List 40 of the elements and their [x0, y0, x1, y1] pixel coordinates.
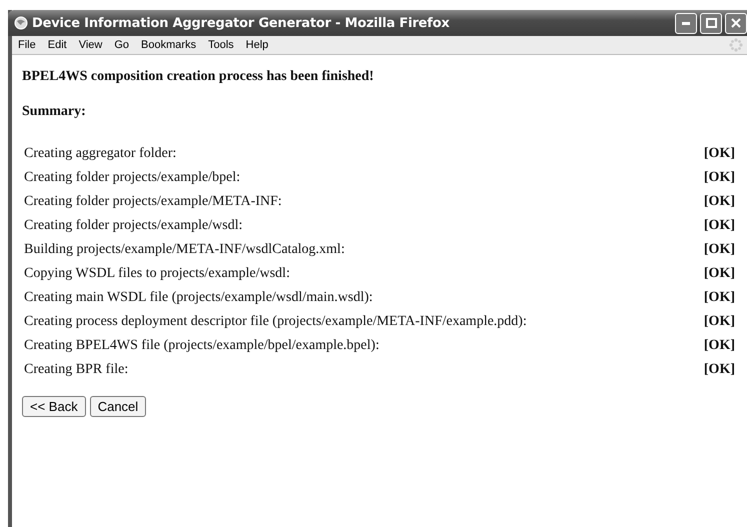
step-text: Creating process deployment descriptor file (projects/example/META-INF/example.pdd):: [23, 313, 528, 331]
throbber-icon: [729, 38, 743, 52]
step-status: [OK]: [702, 337, 736, 355]
step-status: [OK]: [702, 145, 736, 163]
step-status: [OK]: [702, 241, 736, 259]
step-text: Creating folder projects/example/wsdl:: [23, 217, 244, 235]
window-title: Device Information Aggregator Generator - Mozilla Firefox: [32, 16, 450, 30]
step-text: Creating main WSDL file (projects/example/wsdl/main.wsdl):: [23, 289, 374, 307]
menu-item[interactable]: View: [78, 39, 102, 51]
step-status: [OK]: [702, 289, 736, 307]
globe-icon: [14, 16, 28, 30]
step-text: Creating BPEL4WS file (projects/example/bpel/example.bpel):: [23, 337, 380, 355]
menu-item[interactable]: Bookmarks: [141, 39, 196, 51]
summary-label: Summary:: [22, 104, 87, 120]
step-text: Creating folder projects/example/bpel:: [23, 169, 242, 187]
close-icon: [731, 18, 741, 28]
back-button[interactable]: << Back: [22, 396, 86, 417]
minimize-button[interactable]: [675, 12, 697, 34]
step-status: [OK]: [702, 193, 736, 211]
menu-item[interactable]: Go: [114, 39, 130, 51]
heading: BPEL4WS composition creation process has been finished!: [22, 69, 375, 85]
step-text: Building projects/example/META-INF/wsdlCatalog.xml:: [23, 241, 346, 259]
step-text: Creating BPR file:: [23, 361, 130, 379]
step-status: [OK]: [702, 361, 736, 379]
minimize-icon: [682, 22, 690, 24]
step-status: [OK]: [702, 169, 736, 187]
maximize-icon: [706, 18, 716, 28]
step-status: [OK]: [702, 265, 736, 283]
menu-item[interactable]: Edit: [48, 39, 67, 51]
menu-item[interactable]: Tools: [208, 39, 234, 51]
maximize-button[interactable]: [700, 12, 722, 34]
menu-item[interactable]: Help: [246, 39, 268, 51]
step-text: Creating aggregator folder:: [23, 145, 178, 163]
cancel-button[interactable]: Cancel: [90, 396, 146, 417]
step-status: [OK]: [702, 217, 736, 235]
step-text: Copying WSDL files to projects/example/wsdl:: [23, 265, 291, 283]
step-text: Creating folder projects/example/META-INF:: [23, 193, 283, 211]
step-status: [OK]: [702, 313, 736, 331]
menu-item[interactable]: File: [18, 39, 36, 51]
close-button[interactable]: [725, 12, 747, 34]
